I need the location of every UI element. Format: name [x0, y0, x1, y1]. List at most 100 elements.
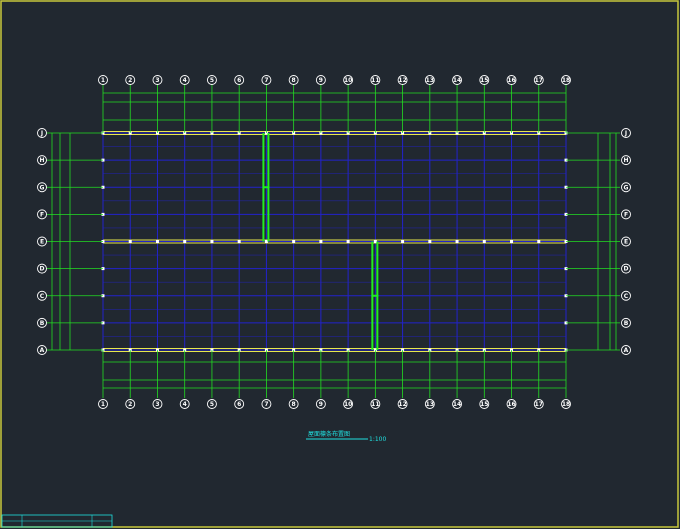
axis-bubble-bottom-11: 11	[370, 399, 381, 409]
axis-bubble-left-E: E	[37, 236, 47, 247]
axis-bubble-bottom-4: 4	[179, 399, 190, 409]
column-node	[319, 240, 323, 243]
axis-bubble-top-7: 7	[261, 75, 272, 85]
axis-bubble-top-18: 18	[561, 75, 571, 85]
axis-bubble-top-3: 3	[152, 75, 163, 85]
axis-bubble-top-13: 13	[424, 75, 435, 85]
axis-bubble-top-8: 8	[288, 75, 299, 85]
axis-bubble-label: 5	[210, 401, 214, 408]
axis-bubble-label: 13	[426, 401, 434, 408]
column-node	[428, 240, 432, 243]
axis-bubble-top-6: 6	[234, 75, 245, 85]
axis-bubble-label: 11	[371, 77, 379, 84]
cad-drawing-canvas: 1 1 2 2 3 3 4 4 5 5 6 6 7 7 8 8 9 9 10 10 11 11 12 12 13 13 14 14 15…	[0, 0, 680, 529]
axis-bubble-right-H: H	[621, 155, 631, 166]
axis-bubble-right-A: A	[621, 345, 631, 355]
axis-bubble-label: C	[40, 293, 45, 300]
axis-bubble-right-B: B	[621, 317, 631, 328]
axis-bubble-label: B	[40, 320, 45, 327]
axis-bubble-label: 15	[480, 401, 488, 408]
axis-bubble-label: 15	[480, 77, 488, 84]
axis-bubble-bottom-16: 16	[506, 399, 517, 409]
axis-bubble-right-D: D	[621, 263, 631, 274]
axis-bubble-label: 18	[562, 401, 570, 408]
axis-bubble-top-14: 14	[452, 75, 463, 85]
axis-bubble-label: 4	[183, 401, 187, 408]
axis-bubble-left-J: J	[37, 128, 47, 138]
axis-bubble-top-12: 12	[397, 75, 408, 85]
title-block	[1, 514, 113, 528]
axis-bubble-label: 3	[155, 401, 159, 408]
axis-bubble-label: 2	[128, 401, 132, 408]
axis-bubble-top-5: 5	[206, 75, 217, 85]
axis-bubble-label: F	[40, 211, 44, 218]
axis-bubble-bottom-1: 1	[98, 399, 108, 409]
structural-grid	[102, 132, 567, 351]
axis-bubble-label: 8	[292, 401, 296, 408]
axis-bubble-left-B: B	[37, 317, 47, 328]
axis-bubble-label: 12	[398, 77, 406, 84]
axis-bubble-top-11: 11	[370, 75, 381, 85]
axis-bubble-label: F	[624, 211, 628, 218]
column-node	[401, 240, 405, 243]
axis-bubble-right-E: E	[621, 236, 631, 247]
column-node	[482, 240, 486, 243]
column-node	[183, 240, 187, 243]
axis-bubble-label: 8	[292, 77, 296, 84]
column-node	[128, 240, 132, 243]
axis-bubble-top-4: 4	[179, 75, 190, 85]
column-node	[237, 240, 241, 243]
roof-purlin-plan: 1122334455667788991010111112121313141415…	[0, 0, 679, 528]
column-node	[537, 240, 541, 243]
axis-bubble-label: 16	[507, 401, 515, 408]
axis-bubble-label: 13	[426, 77, 434, 84]
axis-bubble-top-15: 15	[479, 75, 490, 85]
column-node	[455, 240, 459, 243]
axis-bubble-bottom-10: 10	[343, 399, 354, 409]
drawing-scale: 1:100	[369, 436, 386, 443]
axis-bubble-label: 14	[453, 77, 461, 84]
axis-bubble-label: G	[624, 184, 629, 191]
axis-bubble-right-C: C	[621, 290, 631, 301]
axis-bubble-label: 6	[237, 401, 241, 408]
axis-bubble-top-10: 10	[343, 75, 354, 85]
axis-bubble-label: C	[624, 293, 629, 300]
axis-bubble-left-D: D	[37, 263, 47, 274]
axis-bubble-bottom-15: 15	[479, 399, 490, 409]
axis-bubble-right-G: G	[621, 182, 631, 193]
axis-bubble-bottom-14: 14	[452, 399, 463, 409]
axis-bubble-label: A	[40, 347, 45, 354]
axis-bubble-label: 1	[101, 77, 105, 84]
axis-bubble-top-1: 1	[98, 75, 108, 85]
axis-bubble-label: 6	[237, 77, 241, 84]
axis-bubble-label: E	[624, 239, 628, 246]
axis-bubble-label: 10	[344, 401, 352, 408]
axis-bubble-label: G	[40, 184, 45, 191]
axis-bubble-label: 14	[453, 401, 461, 408]
axis-bubble-label: A	[624, 347, 629, 354]
axis-bubble-top-16: 16	[506, 75, 517, 85]
axis-bubble-label: 18	[562, 77, 570, 84]
axis-bubble-label: 1	[101, 401, 105, 408]
axis-bubble-label: 2	[128, 77, 132, 84]
axis-bubble-bottom-7: 7	[261, 399, 272, 409]
axis-bubble-bottom-3: 3	[152, 399, 163, 409]
axis-bubble-label: J	[40, 130, 43, 137]
axis-bubble-label: 7	[264, 401, 268, 408]
axis-bubble-label: D	[624, 266, 629, 273]
axis-bubble-left-C: C	[37, 290, 47, 301]
axis-bubble-bottom-6: 6	[234, 399, 245, 409]
axis-bubble-left-G: G	[37, 182, 47, 193]
axis-bubble-label: 11	[371, 401, 379, 408]
axis-bubble-label: 17	[535, 77, 543, 84]
axis-bubble-label: 10	[344, 77, 352, 84]
axis-bubble-left-H: H	[37, 155, 47, 166]
axis-bubble-bottom-2: 2	[125, 399, 136, 409]
drawing-title: 屋面檩条布置图	[308, 430, 350, 438]
column-node	[292, 240, 296, 243]
axis-bubble-label: 5	[210, 77, 214, 84]
axis-bubble-label: 4	[183, 77, 187, 84]
axis-bubble-label: B	[624, 320, 629, 327]
axis-bubble-bottom-9: 9	[315, 399, 326, 409]
axis-bubble-label: H	[623, 157, 628, 164]
